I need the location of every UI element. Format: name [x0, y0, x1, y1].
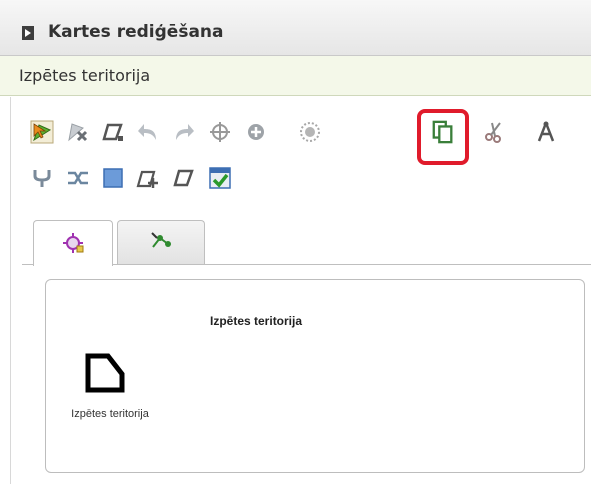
- panel-header[interactable]: Kartes rediģēšana: [0, 0, 591, 56]
- buffer-icon[interactable]: [298, 120, 322, 144]
- layer-title: Izpētes teritorija: [210, 314, 303, 328]
- merge-icon[interactable]: [30, 166, 54, 190]
- polygon-icon[interactable]: [82, 350, 130, 394]
- section-title: Izpētes teritorija: [19, 66, 151, 85]
- add-part-icon[interactable]: [136, 166, 160, 190]
- edit-vertices-icon[interactable]: [101, 120, 125, 144]
- expand-arrow-icon[interactable]: [22, 26, 34, 40]
- tab-snap-move[interactable]: [117, 220, 205, 265]
- feature-select-icon: [61, 230, 85, 258]
- edit-shape-icon[interactable]: [172, 166, 196, 190]
- section-bar: Izpētes teritorija: [0, 56, 591, 96]
- snap-move-icon: [149, 229, 173, 257]
- reshape-icon[interactable]: [66, 166, 90, 190]
- undo-icon[interactable]: [136, 120, 160, 144]
- save-check-icon[interactable]: [208, 166, 232, 190]
- delete-feature-icon[interactable]: [66, 120, 90, 144]
- legend-label[interactable]: Izpētes teritorija: [70, 405, 150, 423]
- copy-tool-highlight: [417, 109, 469, 165]
- split-icon[interactable]: [534, 120, 558, 144]
- cut-icon[interactable]: [482, 120, 506, 144]
- panel-title: Kartes rediģēšana: [48, 22, 224, 42]
- tab-feature-select[interactable]: [33, 220, 113, 266]
- redo-icon[interactable]: [172, 120, 196, 144]
- add-point-icon[interactable]: [244, 120, 268, 144]
- crosshair-icon[interactable]: [208, 120, 232, 144]
- square-icon[interactable]: [101, 166, 125, 190]
- select-icon[interactable]: [30, 120, 54, 144]
